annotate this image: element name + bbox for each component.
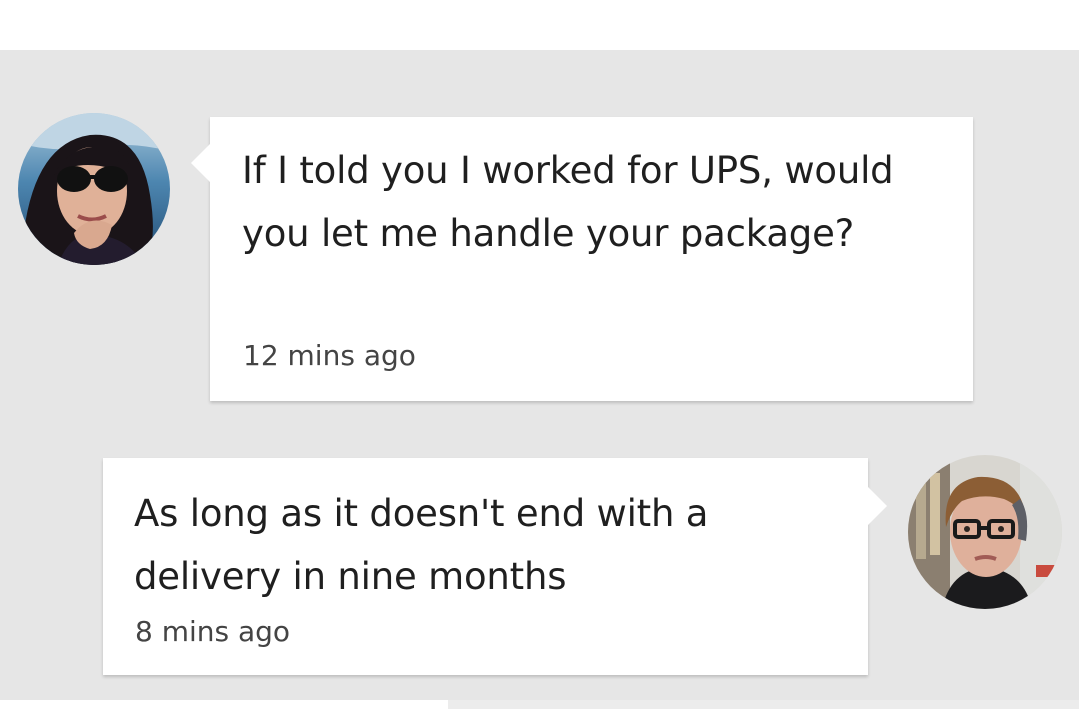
woman-with-sunglasses-avatar[interactable] xyxy=(18,113,170,265)
avatar-photo-left xyxy=(18,113,170,265)
message-text: As long as it doesn't end with a deliver… xyxy=(134,492,709,598)
man-with-glasses-avatar[interactable] xyxy=(908,455,1062,609)
bubble-tail xyxy=(191,143,211,183)
bottom-white-patch xyxy=(0,700,448,709)
reply-message-bubble[interactable]: As long as it doesn't end with a deliver… xyxy=(103,458,887,675)
message-timestamp: 8 mins ago xyxy=(135,615,291,648)
bubble-tail xyxy=(867,486,887,526)
avatar-photo-right xyxy=(908,455,1062,609)
top-margin xyxy=(0,0,1079,50)
message-timestamp: 12 mins ago xyxy=(243,339,416,372)
incoming-message-bubble[interactable]: If I told you I worked for UPS, would yo… xyxy=(191,117,973,401)
message-text: If I told you I worked for UPS, would yo… xyxy=(242,149,894,255)
